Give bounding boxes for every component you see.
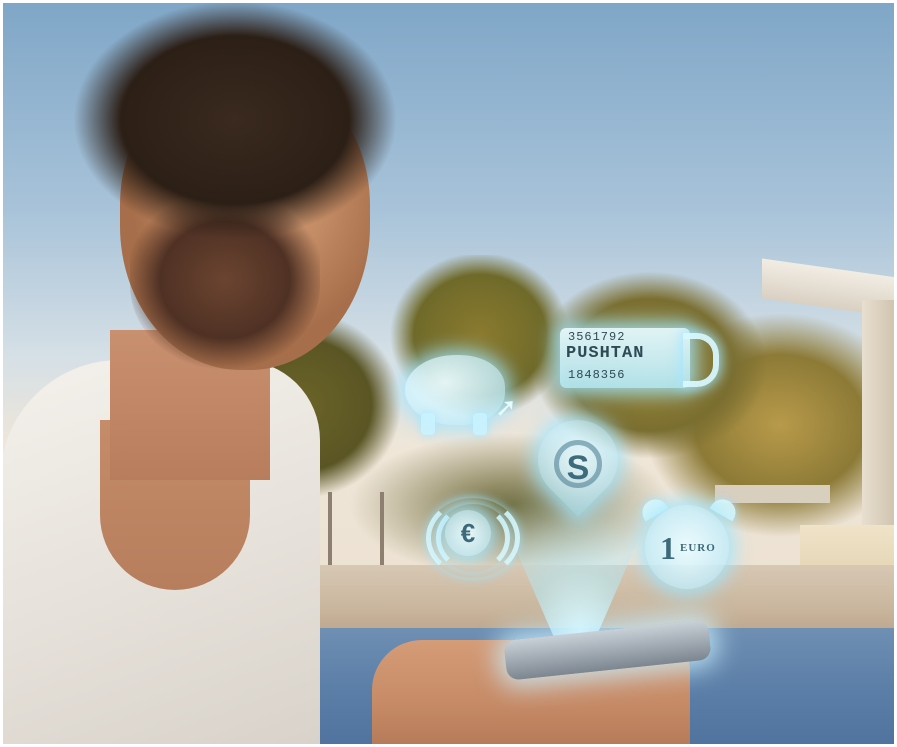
diving-tower-column bbox=[862, 300, 897, 530]
diving-board bbox=[715, 485, 830, 503]
piggy-bank-icon bbox=[405, 355, 505, 435]
coin-number: 1 bbox=[660, 530, 676, 566]
pool-ladder-rail bbox=[328, 492, 384, 572]
coin-unit: EURO bbox=[680, 542, 716, 554]
piggy-leg bbox=[473, 413, 487, 435]
pushtan-label: PUSHTAN bbox=[566, 344, 645, 363]
lock-icon bbox=[683, 333, 719, 387]
bank-logo-glyph: S bbox=[554, 440, 602, 488]
man-hair bbox=[45, 0, 425, 260]
cursor-icon: ➚ bbox=[495, 392, 517, 422]
pushtan-generator: 3561792 PUSHTAN 1848356 bbox=[560, 328, 690, 388]
euro-coin: 1 EURO bbox=[660, 528, 716, 568]
photo-scene: ➚ 3561792 PUSHTAN 1848356 S € 1 EURO bbox=[0, 0, 897, 747]
pushtan-bottom-digits: 1848356 bbox=[568, 368, 626, 382]
piggy-leg bbox=[421, 413, 435, 435]
pushtan-top-digits: 3561792 bbox=[568, 330, 626, 344]
contactless-payment-icon: € bbox=[445, 510, 491, 556]
